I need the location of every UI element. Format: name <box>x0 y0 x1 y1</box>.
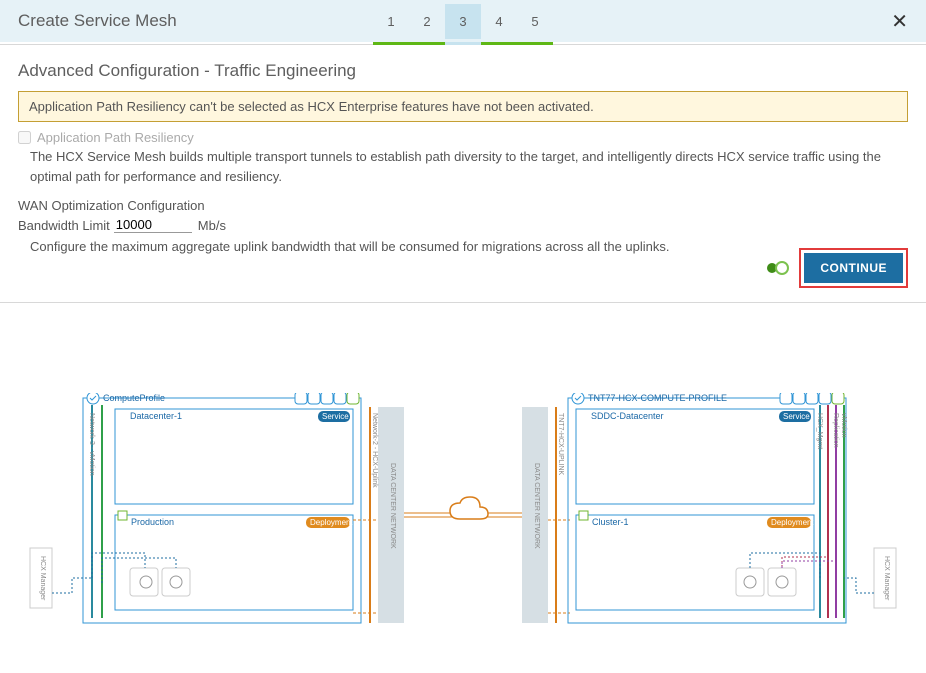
right-vbox-label: DATA CENTER NETWORK <box>533 463 540 549</box>
wizard-step-1[interactable]: 1 <box>373 4 409 39</box>
apr-checkbox-row: Application Path Resiliency <box>18 130 908 145</box>
status-indicator <box>767 261 789 275</box>
right-profile-label: TNT77-HCX-COMPUTE-PROFILE <box>588 393 727 403</box>
right-manager-label: HCX Manager <box>883 556 890 601</box>
right-service-tag: Service <box>783 412 810 421</box>
right-deploy-tag: Deployment <box>771 518 814 527</box>
topology-diagram: ComputeProfile Datacenter-1 Service Prod… <box>0 303 926 673</box>
wizard-step-4[interactable]: 4 <box>481 4 517 39</box>
wizard-step-2[interactable]: 2 <box>409 4 445 39</box>
right-net-1: HCX_Mgmt <box>816 413 823 449</box>
bandwidth-unit: Mb/s <box>198 218 226 233</box>
right-datacenter-label: SDDC-Datacenter <box>591 411 664 421</box>
right-uplink-label: TNT7-HCX-UPLINK <box>557 413 564 476</box>
left-uplink-label: Network-2 - HCX-Uplink <box>371 413 378 488</box>
apr-checkbox <box>18 131 31 144</box>
left-vbox-label: DATA CENTER NETWORK <box>389 463 396 549</box>
section-heading: Advanced Configuration - Traffic Enginee… <box>18 61 908 81</box>
right-cluster-label: Cluster-1 <box>592 517 629 527</box>
status-dot-outline <box>775 261 789 275</box>
wizard-step-3[interactable]: 3 <box>445 4 481 39</box>
close-icon[interactable]: ✕ <box>891 9 908 34</box>
continue-button[interactable]: CONTINUE <box>804 253 903 283</box>
bandwidth-label: Bandwidth Limit <box>18 218 110 233</box>
apr-description: The HCX Service Mesh builds multiple tra… <box>30 147 908 186</box>
action-row: CONTINUE <box>0 248 926 303</box>
wan-config-title: WAN Optimization Configuration <box>18 198 908 213</box>
left-datacenter-label: Datacenter-1 <box>130 411 182 421</box>
left-service-tag: Service <box>322 412 349 421</box>
right-compute-profile: TNT77-HCX-COMPUTE-PROFILE SDDC-Datacente… <box>568 393 847 623</box>
bandwidth-input[interactable] <box>114 217 192 233</box>
wizard-progress <box>373 42 553 45</box>
cloud-icon <box>450 497 488 519</box>
wizard-steps: 1 2 3 4 5 <box>373 0 553 42</box>
left-compute-profile: ComputeProfile Datacenter-1 Service Prod… <box>83 393 361 623</box>
right-net-3: vMotion <box>840 413 847 438</box>
wizard-step-5[interactable]: 5 <box>517 4 553 39</box>
continue-highlight: CONTINUE <box>799 248 908 288</box>
wizard-title: Create Service Mesh <box>18 11 177 31</box>
left-deploy-tag: Deployment <box>310 518 353 527</box>
warning-banner: Application Path Resiliency can't be sel… <box>18 91 908 122</box>
left-manager-label: HCX Manager <box>39 556 46 601</box>
left-net-0: Network-3 - vMotion <box>88 413 95 476</box>
left-profile-label: ComputeProfile <box>103 393 165 403</box>
right-net-2: Replication <box>832 413 839 448</box>
wizard-header: Create Service Mesh 1 2 3 4 5 ✕ <box>0 0 926 42</box>
apr-label: Application Path Resiliency <box>37 130 194 145</box>
left-cluster-label: Production <box>131 517 174 527</box>
content-area: Advanced Configuration - Traffic Enginee… <box>0 45 926 270</box>
bandwidth-row: Bandwidth Limit Mb/s <box>18 217 908 233</box>
